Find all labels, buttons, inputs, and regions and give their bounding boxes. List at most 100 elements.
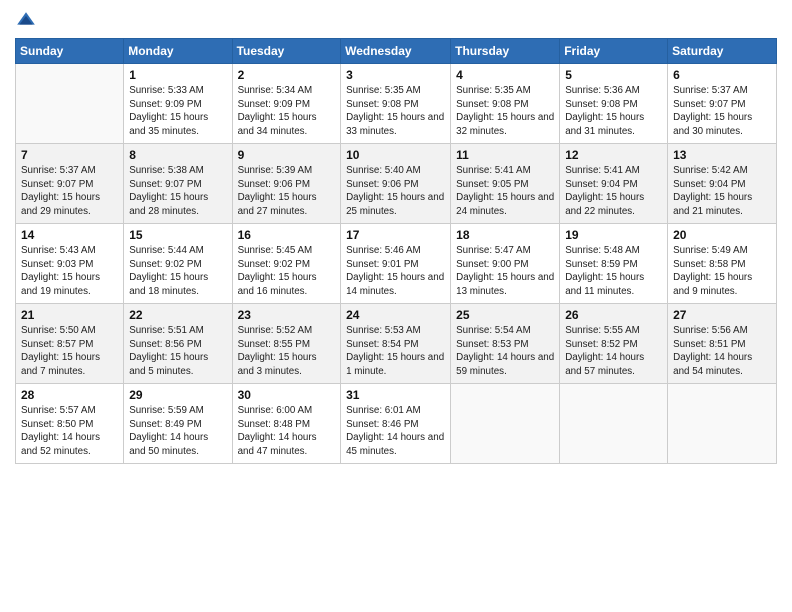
day-number: 10 <box>346 148 445 162</box>
calendar-cell: 24Sunrise: 5:53 AM Sunset: 8:54 PM Dayli… <box>341 304 451 384</box>
day-number: 29 <box>129 388 226 402</box>
calendar-cell: 5Sunrise: 5:36 AM Sunset: 9:08 PM Daylig… <box>560 64 668 144</box>
day-info: Sunrise: 5:48 AM Sunset: 8:59 PM Dayligh… <box>565 244 662 299</box>
day-info: Sunrise: 5:56 AM Sunset: 8:51 PM Dayligh… <box>673 324 771 379</box>
calendar-cell: 21 Sunrise: 5:50 AM Sunset: 8:57 PM Dayli… <box>16 304 124 384</box>
calendar-week-row: 1 Sunrise: 5:33 AM Sunset: 9:09 PM Daylig… <box>16 64 777 144</box>
calendar-cell: 1 Sunrise: 5:33 AM Sunset: 9:09 PM Daylig… <box>124 64 232 144</box>
calendar-cell: 13Sunrise: 5:42 AM Sunset: 9:04 PM Dayli… <box>668 144 777 224</box>
calendar-table: SundayMondayTuesdayWednesdayThursdayFrid… <box>15 38 777 464</box>
calendar-cell: 16 Sunrise: 5:45 AM Sunset: 9:02 PM Dayli… <box>232 224 341 304</box>
calendar-cell: 17 Sunrise: 5:46 AM Sunset: 9:01 PM Dayli… <box>341 224 451 304</box>
day-info: Sunrise: 5:54 AM Sunset: 8:53 PM Dayligh… <box>456 324 554 379</box>
day-info: Sunrise: 5:45 AM Sunset: 9:02 PM Dayligh… <box>238 244 336 299</box>
calendar-cell: 29 Sunrise: 5:59 AM Sunset: 8:49 PM Dayli… <box>124 384 232 464</box>
day-info: Sunrise: 5:46 AM Sunset: 9:01 PM Dayligh… <box>346 244 445 299</box>
day-number: 30 <box>238 388 336 402</box>
day-number: 27 <box>673 308 771 322</box>
day-info: Sunrise: 5:40 AM Sunset: 9:06 PM Dayligh… <box>346 164 445 219</box>
day-info: Sunrise: 5:43 AM Sunset: 9:03 PM Dayligh… <box>21 244 118 299</box>
day-info: Sunrise: 5:37 AM Sunset: 9:07 PM Dayligh… <box>673 84 771 139</box>
day-info: Sunrise: 5:47 AM Sunset: 9:00 PM Dayligh… <box>456 244 554 299</box>
calendar-cell: 23 Sunrise: 5:52 AM Sunset: 8:55 PM Dayli… <box>232 304 341 384</box>
calendar-cell: 8 Sunrise: 5:38 AM Sunset: 9:07 PM Daylig… <box>124 144 232 224</box>
day-info: Sunrise: 5:35 AM Sunset: 9:08 PM Dayligh… <box>346 84 445 139</box>
calendar-cell: 22 Sunrise: 5:51 AM Sunset: 8:56 PM Dayli… <box>124 304 232 384</box>
calendar-cell: 28 Sunrise: 5:57 AM Sunset: 8:50 PM Dayli… <box>16 384 124 464</box>
calendar-cell: 20Sunrise: 5:49 AM Sunset: 8:58 PM Dayli… <box>668 224 777 304</box>
calendar-cell <box>16 64 124 144</box>
day-number: 22 <box>129 308 226 322</box>
calendar-cell: 25 Sunrise: 5:54 AM Sunset: 8:53 PM Dayli… <box>451 304 560 384</box>
calendar-cell: 26 Sunrise: 5:55 AM Sunset: 8:52 PM Dayli… <box>560 304 668 384</box>
day-number: 17 <box>346 228 445 242</box>
calendar-cell: 18 Sunrise: 5:47 AM Sunset: 9:00 PM Dayli… <box>451 224 560 304</box>
calendar-cell: 14 Sunrise: 5:43 AM Sunset: 9:03 PM Dayli… <box>16 224 124 304</box>
calendar-cell: 12 Sunrise: 5:41 AM Sunset: 9:04 PM Dayli… <box>560 144 668 224</box>
calendar-cell: 4 Sunrise: 5:35 AM Sunset: 9:08 PM Daylig… <box>451 64 560 144</box>
calendar-cell <box>560 384 668 464</box>
day-info: Sunrise: 6:01 AM Sunset: 8:46 PM Dayligh… <box>346 404 445 459</box>
day-number: 19 <box>565 228 662 242</box>
weekday-header-thursday: Thursday <box>451 39 560 64</box>
day-number: 24 <box>346 308 445 322</box>
day-number: 31 <box>346 388 445 402</box>
day-info: Sunrise: 6:00 AM Sunset: 8:48 PM Dayligh… <box>238 404 336 459</box>
day-info: Sunrise: 5:33 AM Sunset: 9:09 PM Dayligh… <box>129 84 226 139</box>
day-info: Sunrise: 5:34 AM Sunset: 9:09 PM Dayligh… <box>238 84 336 139</box>
day-number: 25 <box>456 308 554 322</box>
day-number: 1 <box>129 68 226 82</box>
calendar-cell: 9Sunrise: 5:39 AM Sunset: 9:06 PM Daylig… <box>232 144 341 224</box>
day-number: 6 <box>673 68 771 82</box>
day-info: Sunrise: 5:38 AM Sunset: 9:07 PM Dayligh… <box>129 164 226 219</box>
calendar-cell: 19 Sunrise: 5:48 AM Sunset: 8:59 PM Dayli… <box>560 224 668 304</box>
page: SundayMondayTuesdayWednesdayThursdayFrid… <box>0 0 792 612</box>
day-number: 3 <box>346 68 445 82</box>
calendar-cell: 3 Sunrise: 5:35 AM Sunset: 9:08 PM Daylig… <box>341 64 451 144</box>
calendar-cell: 30 Sunrise: 6:00 AM Sunset: 8:48 PM Dayli… <box>232 384 341 464</box>
day-number: 2 <box>238 68 336 82</box>
day-number: 21 <box>21 308 118 322</box>
calendar-week-row: 14 Sunrise: 5:43 AM Sunset: 9:03 PM Dayli… <box>16 224 777 304</box>
day-info: Sunrise: 5:41 AM Sunset: 9:05 PM Dayligh… <box>456 164 554 219</box>
calendar-week-row: 28 Sunrise: 5:57 AM Sunset: 8:50 PM Dayli… <box>16 384 777 464</box>
day-info: Sunrise: 5:41 AM Sunset: 9:04 PM Dayligh… <box>565 164 662 219</box>
calendar-cell: 7Sunrise: 5:37 AM Sunset: 9:07 PM Daylig… <box>16 144 124 224</box>
day-number: 15 <box>129 228 226 242</box>
calendar-cell: 15 Sunrise: 5:44 AM Sunset: 9:02 PM Dayli… <box>124 224 232 304</box>
day-number: 8 <box>129 148 226 162</box>
weekday-header-tuesday: Tuesday <box>232 39 341 64</box>
weekday-header-row: SundayMondayTuesdayWednesdayThursdayFrid… <box>16 39 777 64</box>
calendar-cell: 6 Sunrise: 5:37 AM Sunset: 9:07 PM Daylig… <box>668 64 777 144</box>
day-info: Sunrise: 5:49 AM Sunset: 8:58 PM Dayligh… <box>673 244 771 299</box>
day-info: Sunrise: 5:59 AM Sunset: 8:49 PM Dayligh… <box>129 404 226 459</box>
day-number: 9 <box>238 148 336 162</box>
day-info: Sunrise: 5:55 AM Sunset: 8:52 PM Dayligh… <box>565 324 662 379</box>
day-number: 11 <box>456 148 554 162</box>
weekday-header-monday: Monday <box>124 39 232 64</box>
day-number: 12 <box>565 148 662 162</box>
day-number: 28 <box>21 388 118 402</box>
calendar-cell: 31 Sunrise: 6:01 AM Sunset: 8:46 PM Dayli… <box>341 384 451 464</box>
day-number: 4 <box>456 68 554 82</box>
day-info: Sunrise: 5:44 AM Sunset: 9:02 PM Dayligh… <box>129 244 226 299</box>
day-number: 23 <box>238 308 336 322</box>
day-info: Sunrise: 5:36 AM Sunset: 9:08 PM Dayligh… <box>565 84 662 139</box>
calendar-cell: 2 Sunrise: 5:34 AM Sunset: 9:09 PM Daylig… <box>232 64 341 144</box>
day-info: Sunrise: 5:35 AM Sunset: 9:08 PM Dayligh… <box>456 84 554 139</box>
day-number: 16 <box>238 228 336 242</box>
day-info: Sunrise: 5:52 AM Sunset: 8:55 PM Dayligh… <box>238 324 336 379</box>
day-number: 14 <box>21 228 118 242</box>
calendar-cell <box>668 384 777 464</box>
day-info: Sunrise: 5:50 AM Sunset: 8:57 PM Dayligh… <box>21 324 118 379</box>
day-info: Sunrise: 5:42 AM Sunset: 9:04 PM Dayligh… <box>673 164 771 219</box>
calendar-cell: 11 Sunrise: 5:41 AM Sunset: 9:05 PM Dayli… <box>451 144 560 224</box>
day-info: Sunrise: 5:51 AM Sunset: 8:56 PM Dayligh… <box>129 324 226 379</box>
day-info: Sunrise: 5:57 AM Sunset: 8:50 PM Dayligh… <box>21 404 118 459</box>
day-number: 18 <box>456 228 554 242</box>
weekday-header-friday: Friday <box>560 39 668 64</box>
day-number: 26 <box>565 308 662 322</box>
calendar-cell: 27 Sunrise: 5:56 AM Sunset: 8:51 PM Dayli… <box>668 304 777 384</box>
calendar-cell: 10 Sunrise: 5:40 AM Sunset: 9:06 PM Dayli… <box>341 144 451 224</box>
day-number: 7 <box>21 148 118 162</box>
